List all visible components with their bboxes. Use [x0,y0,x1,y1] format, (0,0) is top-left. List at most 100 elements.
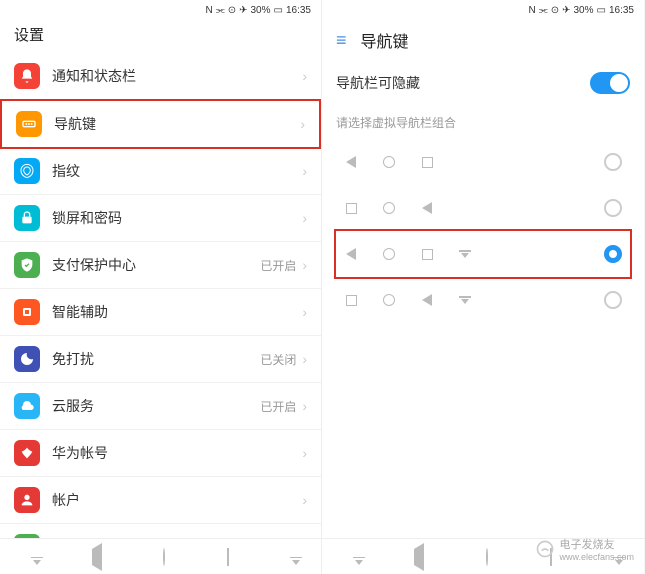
nav-home-icon[interactable] [163,549,165,565]
hide-navbar-toggle-row[interactable]: 导航栏可隐藏 [322,60,644,106]
chevron-right-icon: › [300,116,305,132]
chevron-right-icon: › [302,304,307,320]
chevron-right-icon: › [302,68,307,84]
nav-home-icon [382,293,396,307]
nav-layout-option-0[interactable] [336,139,630,185]
page-title: 设置 [0,20,321,53]
header: ≡ 导航键 [322,20,644,60]
airplane-icon: ✈ [562,5,570,16]
radio-button[interactable] [604,291,622,309]
settings-item-lock[interactable]: 锁屏和密码› [0,195,321,242]
settings-item-nav[interactable]: 导航键› [0,99,321,149]
menu-icon[interactable]: ≡ [336,30,347,51]
nav-keys-preview [344,293,596,307]
chevron-right-icon: › [302,351,307,367]
battery-icon: ▭ [597,5,606,16]
nav-down-icon [458,247,472,261]
nav-icon [16,111,42,137]
item-label: 智能辅助 [52,302,302,322]
item-label: 锁屏和密码 [52,208,302,228]
chip-icon [14,299,40,325]
settings-item-fingerprint[interactable]: 指纹› [0,148,321,195]
page-title: 导航键 [361,28,409,52]
nav-recent-icon [344,201,358,215]
huawei-icon [14,440,40,466]
item-label: 指纹 [52,161,302,181]
bell-icon [14,63,40,89]
user-icon [14,487,40,513]
nav-back-icon [420,201,434,215]
clock: 16:35 [609,5,634,16]
battery-percent: 30% [251,5,271,16]
settings-item-shield[interactable]: 支付保护中心已开启› [0,242,321,289]
nav-back-icon[interactable] [414,549,424,565]
nav-home-icon [382,201,396,215]
item-label: 华为帐号 [52,443,302,463]
item-label: 通知和状态栏 [52,66,302,86]
item-status: 已开启 [260,257,296,274]
system-nav-bar[interactable] [0,538,321,574]
nav-recent-icon[interactable] [227,549,229,565]
chevron-right-icon: › [302,492,307,508]
item-status: 已开启 [260,398,296,415]
signal-icon: ⫘ [539,5,548,16]
nfc-icon: N [528,5,535,16]
toggle-label: 导航栏可隐藏 [336,73,420,93]
settings-item-chip[interactable]: 智能辅助› [0,289,321,336]
nav-back-icon[interactable] [92,549,102,565]
item-label: 导航键 [54,114,300,134]
settings-item-user[interactable]: 帐户› [0,477,321,524]
nav-layout-option-1[interactable] [336,185,630,231]
watermark: 电子发烧友 www.elecfans.com [535,536,634,562]
signal-icon: ⫘ [216,5,225,16]
status-bar: N ⫘ ⊙ ✈ 30% ▭ 16:35 [322,0,644,20]
settings-item-apps[interactable]: 应用管理› [0,524,321,538]
clock: 16:35 [286,5,311,16]
nav-back-icon [344,155,358,169]
toggle-switch[interactable] [590,72,630,94]
shield-icon [14,252,40,278]
item-label: 帐户 [52,490,302,510]
nav-key-screen: N ⫘ ⊙ ✈ 30% ▭ 16:35 ≡ 导航键 导航栏可隐藏 请选择虚拟导航… [322,0,644,574]
watermark-text: 电子发烧友 [559,536,634,552]
nav-back-icon [420,293,434,307]
nav-keys-preview [344,201,596,215]
radio-button[interactable] [604,153,622,171]
settings-item-cloud[interactable]: 云服务已开启› [0,383,321,430]
nav-recent-icon [344,293,358,307]
wifi-icon: ⊙ [551,5,559,16]
lock-icon [14,205,40,231]
radio-button[interactable] [604,245,622,263]
item-status: 已关闭 [260,351,296,368]
status-bar: N ⫘ ⊙ ✈ 30% ▭ 16:35 [0,0,321,20]
airplane-icon: ✈ [239,5,247,16]
settings-screen: N ⫘ ⊙ ✈ 30% ▭ 16:35 设置 通知和状态栏›导航键›指纹›锁屏和… [0,0,322,574]
nav-down-icon [458,293,472,307]
chevron-right-icon: › [302,210,307,226]
settings-list: 通知和状态栏›导航键›指纹›锁屏和密码›支付保护中心已开启›智能辅助›免打扰已关… [0,53,321,538]
section-label: 请选择虚拟导航栏组合 [322,106,644,139]
nav-home-icon [382,247,396,261]
nav-layout-option-2[interactable] [334,229,632,279]
chevron-right-icon: › [302,257,307,273]
wifi-icon: ⊙ [228,5,236,16]
nav-home-icon [382,155,396,169]
nav-layout-option-3[interactable] [336,277,630,323]
watermark-url: www.elecfans.com [559,552,634,562]
nav-keys-preview [344,155,596,169]
settings-item-huawei[interactable]: 华为帐号› [0,430,321,477]
moon-icon [14,346,40,372]
nav-keys-preview [344,247,596,261]
chevron-right-icon: › [302,163,307,179]
radio-button[interactable] [604,199,622,217]
cloud-icon [14,393,40,419]
settings-item-bell[interactable]: 通知和状态栏› [0,53,321,100]
nav-home-icon[interactable] [486,549,488,565]
battery-percent: 30% [574,5,594,16]
nav-layout-options [322,139,644,323]
battery-icon: ▭ [274,5,283,16]
nav-recent-icon [420,155,434,169]
settings-item-moon[interactable]: 免打扰已关闭› [0,336,321,383]
nfc-icon: N [205,5,212,16]
item-label: 云服务 [52,396,260,416]
